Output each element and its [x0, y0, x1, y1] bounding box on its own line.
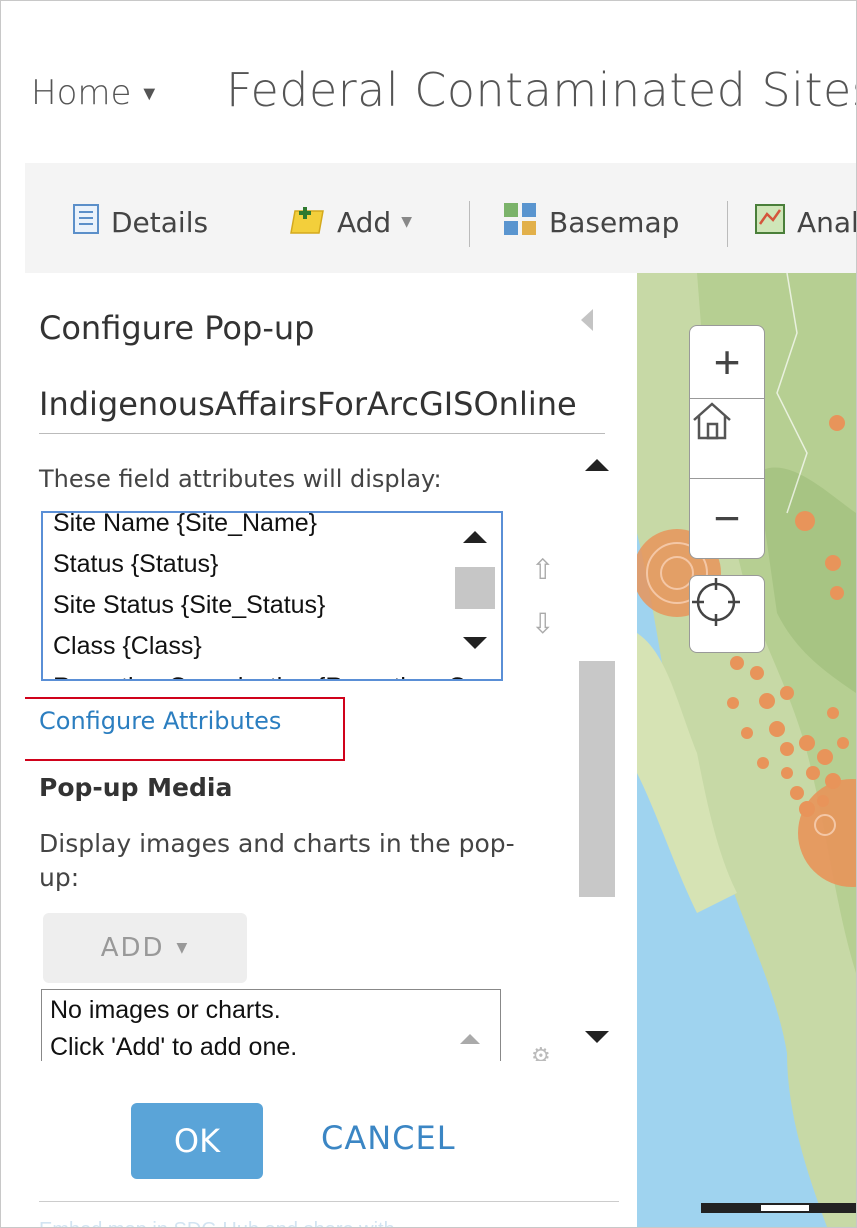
move-up-arrow-icon[interactable]: ⇧	[531, 553, 554, 586]
basemap-label: Basemap	[549, 205, 680, 239]
list-item[interactable]: Site Status {Site_Status}	[53, 585, 501, 626]
caret-down-icon: ▼	[401, 214, 412, 230]
add-media-label: ADD	[100, 933, 165, 963]
list-item: No images or charts.	[50, 996, 281, 1024]
scroll-up-icon[interactable]	[463, 531, 487, 543]
field-attributes-listbox[interactable]: Site Name {Site_Name} Status {Status} Si…	[41, 511, 503, 681]
layer-name: IndigenousAffairsForArcGISOnline	[39, 385, 577, 423]
add-media-button[interactable]: ADD ▼	[43, 913, 247, 983]
divider	[39, 433, 605, 434]
list-item[interactable]: Site Name {Site_Name}	[53, 513, 501, 544]
add-layer-icon	[289, 203, 325, 242]
scale-bar	[701, 1203, 856, 1213]
list-item[interactable]: Reporting Organization {Reporting_Organi…	[53, 667, 501, 679]
app-header: Home ▼ Federal Contaminated Sites	[1, 1, 856, 163]
app-window: Home ▼ Federal Contaminated Sites Details…	[0, 0, 857, 1228]
crosshair-icon	[692, 578, 740, 626]
scroll-thumb[interactable]	[455, 567, 495, 609]
basemap-grid-icon	[503, 202, 537, 243]
caret-down-icon: ▼	[176, 940, 190, 956]
map-title: Federal Contaminated Sites	[226, 63, 857, 117]
ok-button[interactable]: OK	[131, 1103, 263, 1179]
zoom-control: + −	[689, 325, 765, 559]
configure-popup-panel: Configure Pop-up IndigenousAffairsForArc…	[25, 273, 637, 1227]
analysis-button[interactable]: Analysis	[755, 203, 857, 241]
field-attributes-label: These field attributes will display:	[39, 465, 442, 493]
scroll-thumb[interactable]	[579, 661, 615, 897]
caret-down-icon: ▼	[139, 81, 160, 105]
analysis-label: Analysis	[797, 205, 857, 239]
analysis-icon	[755, 203, 785, 241]
panel-scroll-area[interactable]: These field attributes will display: Sit…	[25, 435, 637, 1061]
scroll-down-icon[interactable]	[585, 1031, 609, 1043]
popup-media-description: Display images and charts in the pop-up:	[39, 829, 515, 892]
footer-text: Embed map in SDG Hub and share with...	[39, 1219, 411, 1227]
cancel-button[interactable]: CANCEL	[321, 1119, 456, 1157]
configure-attributes-link[interactable]: Configure Attributes	[39, 707, 281, 735]
gear-icon[interactable]: ⚙	[531, 1043, 551, 1061]
list-item[interactable]: Class {Class}	[53, 626, 501, 667]
home-label: Home	[31, 73, 132, 113]
details-label: Details	[111, 205, 209, 239]
panel-title: Configure Pop-up	[39, 309, 315, 347]
collapse-panel-icon[interactable]	[581, 309, 593, 331]
home-menu[interactable]: Home ▼	[31, 73, 159, 113]
scroll-up-icon[interactable]	[585, 459, 609, 471]
scroll-up-icon[interactable]	[460, 1034, 480, 1044]
media-listbox[interactable]: No images or charts. Click 'Add' to add …	[41, 989, 501, 1061]
add-label: Add	[337, 205, 392, 239]
details-button[interactable]: Details	[73, 203, 209, 241]
zoom-out-icon[interactable]: −	[690, 478, 764, 558]
map-toolbar: Details Add ▼ Basemap Analysis	[25, 163, 857, 274]
scroll-down-icon[interactable]	[463, 637, 487, 649]
add-button[interactable]: Add ▼	[289, 205, 412, 239]
toolbar-divider	[469, 201, 470, 247]
toolbar-divider	[727, 201, 728, 247]
locate-button[interactable]	[689, 575, 765, 653]
move-down-arrow-icon[interactable]: ⇩	[531, 607, 554, 640]
panel-scrollbar[interactable]	[575, 435, 619, 1061]
listbox-scrollbar[interactable]	[453, 513, 497, 679]
popup-media-heading: Pop-up Media	[39, 773, 233, 802]
divider	[39, 1201, 619, 1202]
basemap-button[interactable]: Basemap	[503, 202, 680, 239]
list-item[interactable]: Status {Status}	[53, 544, 501, 585]
list-item: Click 'Add' to add one.	[50, 1033, 298, 1061]
home-icon[interactable]	[690, 398, 764, 479]
map-view[interactable]: + −	[637, 273, 856, 1227]
details-icon	[73, 203, 99, 241]
zoom-in-icon[interactable]: +	[690, 326, 764, 399]
